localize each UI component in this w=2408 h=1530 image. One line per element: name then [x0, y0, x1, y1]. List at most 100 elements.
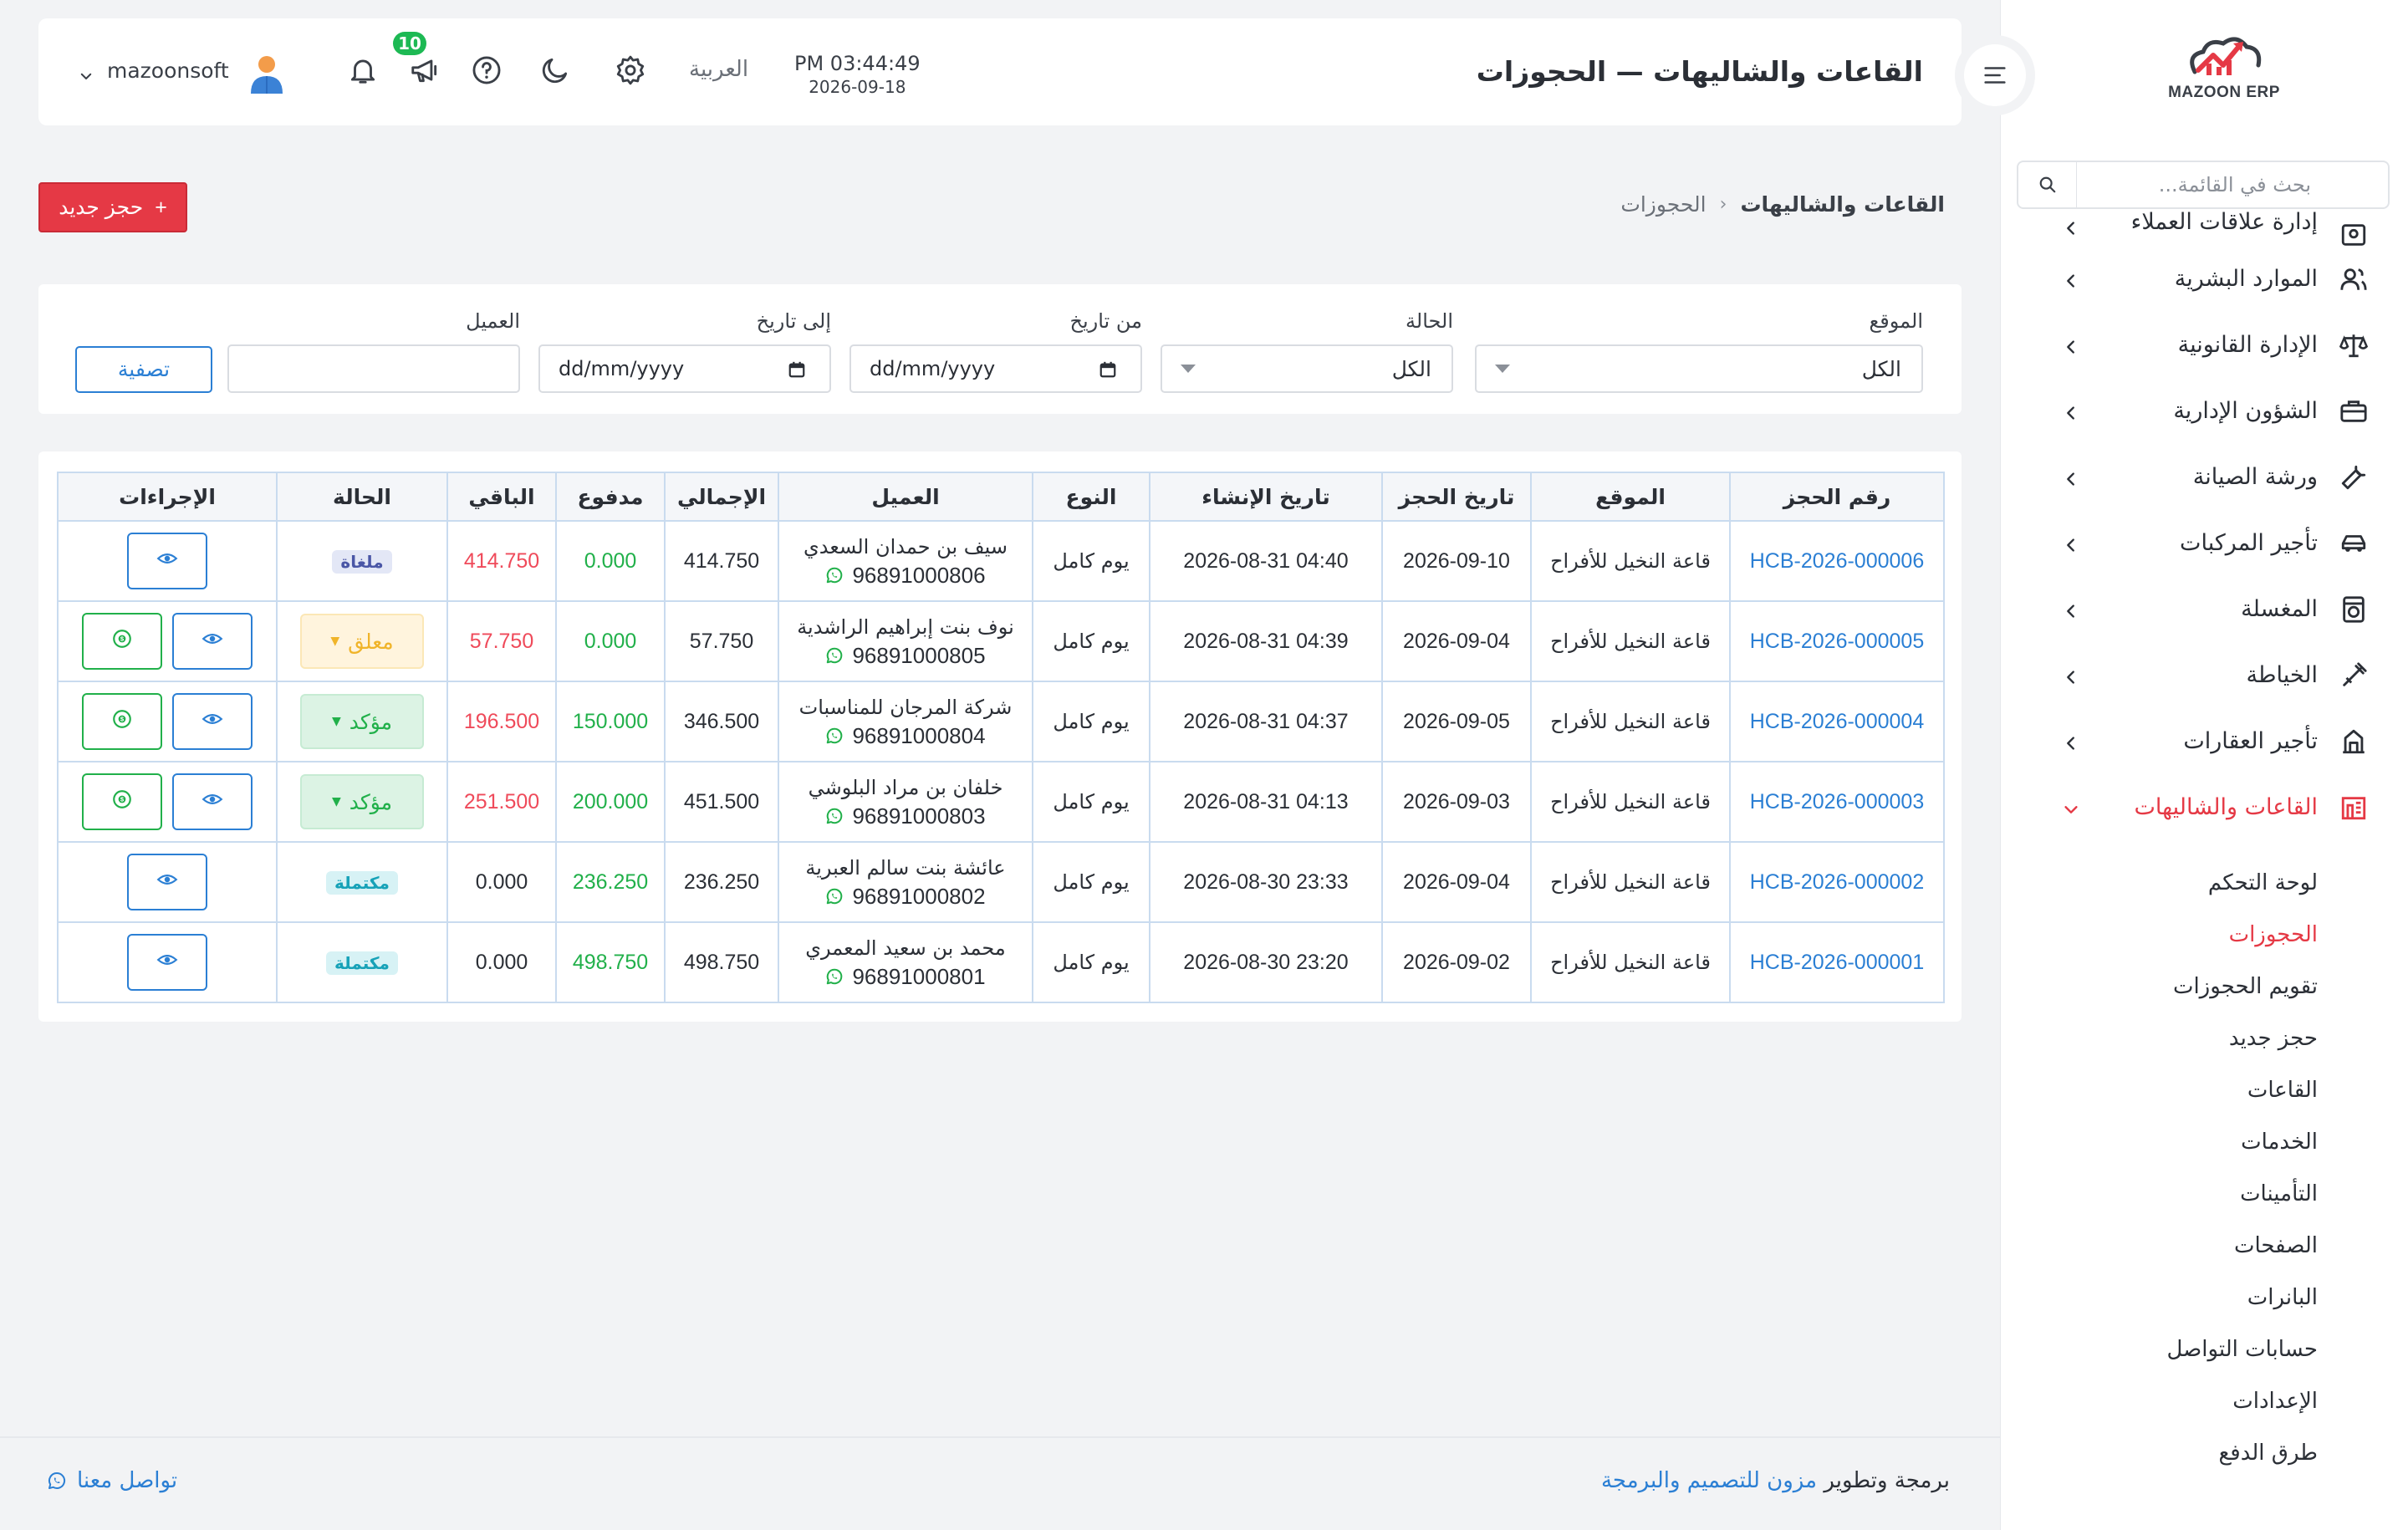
sidebar-item-workshop[interactable]: ورشة الصيانة: [2000, 444, 2408, 510]
col-created-at[interactable]: تاريخ الإنشاء: [1149, 472, 1383, 522]
menu-search-input[interactable]: [2079, 164, 2388, 206]
view-button[interactable]: [127, 533, 207, 589]
from-date-input[interactable]: dd/mm/yyyy: [849, 344, 1142, 393]
language-switch[interactable]: العربية: [689, 57, 748, 82]
col-paid[interactable]: مدفوع: [555, 472, 666, 522]
sidebar-item-laundry[interactable]: المغسلة: [2000, 576, 2408, 642]
created-at-cell: 2026-08-31 04:37: [1149, 681, 1383, 762]
bell-icon[interactable]: [344, 52, 381, 89]
customer-input[interactable]: [227, 344, 520, 393]
sidebar-subitem-deposits[interactable]: التأمينات: [2000, 1168, 2408, 1220]
sidebar-subitem-social[interactable]: حسابات التواصل: [2000, 1323, 2408, 1375]
status-cell: معلق ▼: [276, 600, 448, 682]
customer-phone[interactable]: 96891000803: [825, 802, 986, 830]
megaphone-icon[interactable]: [406, 52, 443, 89]
calendar-icon[interactable]: [1099, 360, 1117, 384]
sidebar-subitem-halls[interactable]: القاعات: [2000, 1064, 2408, 1116]
status-dropdown[interactable]: مؤكد ▼: [300, 694, 424, 749]
sidebar-subitem-new-booking[interactable]: حجز جديد: [2000, 1012, 2408, 1064]
eye-icon: [202, 708, 223, 735]
sidebar-subitem-dashboard[interactable]: لوحة التحكم: [2000, 857, 2408, 909]
sidebar-item-car-rental[interactable]: تأجير المركبات: [2000, 510, 2408, 576]
location-select[interactable]: الكل: [1475, 344, 1923, 393]
filter-button[interactable]: تصفية: [75, 346, 212, 393]
dark-mode-icon[interactable]: [537, 52, 574, 89]
actions-cell: $: [57, 600, 278, 682]
contact-us-link[interactable]: تواصل معنا: [47, 1468, 177, 1493]
customer-phone[interactable]: 96891000801: [825, 962, 986, 991]
sidebar-subitem-pages[interactable]: الصفحات: [2000, 1220, 2408, 1272]
avatar[interactable]: [246, 52, 288, 94]
payment-button[interactable]: $: [82, 613, 162, 670]
chevron-down-icon[interactable]: [79, 65, 94, 80]
sidebar-item-admin[interactable]: الشؤون الإدارية: [2000, 378, 2408, 444]
remaining-cell: 414.750: [446, 520, 557, 602]
whatsapp-icon: [825, 887, 844, 905]
sidebar-subitem-bookings[interactable]: الحجوزات: [2000, 909, 2408, 961]
booking-id-link[interactable]: HCB-2026-000004: [1729, 681, 1945, 762]
customer-phone[interactable]: 96891000804: [825, 722, 986, 750]
sidebar-subitem-settings[interactable]: الإعدادات: [2000, 1375, 2408, 1427]
laundry-icon: [2339, 595, 2368, 624]
booking-id-link[interactable]: HCB-2026-000003: [1729, 761, 1945, 843]
status-dropdown[interactable]: مؤكد ▼: [300, 774, 424, 829]
col-booking-id[interactable]: رقم الحجز: [1729, 472, 1945, 522]
col-status[interactable]: الحالة: [276, 472, 448, 522]
phone-number: 96891000804: [852, 723, 986, 748]
hall-icon: [2339, 793, 2368, 822]
breadcrumb-root[interactable]: القاعات والشاليهات: [1740, 192, 1945, 217]
new-booking-button[interactable]: + حجز جديد: [38, 182, 187, 232]
search-icon[interactable]: [2018, 162, 2077, 207]
view-button[interactable]: [172, 693, 253, 750]
view-button[interactable]: [127, 854, 207, 910]
sidebar-item-real-estate[interactable]: تأجير العقارات: [2000, 708, 2408, 774]
footer-company-link[interactable]: مزون للتصميم والبرمجة: [1601, 1468, 1817, 1493]
sidebar-item-legal[interactable]: الإدارة القانونية: [2000, 312, 2408, 378]
payment-button[interactable]: $: [82, 773, 162, 830]
booking-id-link[interactable]: HCB-2026-000006: [1729, 520, 1945, 602]
calendar-icon[interactable]: [788, 360, 806, 384]
customer-phone[interactable]: 96891000802: [825, 882, 986, 910]
col-booking-date[interactable]: تاريخ الحجز: [1381, 472, 1532, 522]
booking-id-link[interactable]: HCB-2026-000002: [1729, 841, 1945, 923]
sidebar-subitem-payment-methods[interactable]: طرق الدفع: [2000, 1427, 2408, 1479]
col-customer[interactable]: العميل: [778, 472, 1033, 522]
sidebar-subitem-calendar[interactable]: تقويم الحجوزات: [2000, 961, 2408, 1012]
table-row: HCB-2026-000003 قاعة النخيل للأفراح 2026-0…: [57, 761, 1945, 843]
payment-button[interactable]: $: [82, 693, 162, 750]
caret-down-icon: ▼: [330, 635, 340, 648]
clock-date: 2026-09-18: [809, 77, 906, 97]
status-dropdown[interactable]: معلق ▼: [300, 614, 424, 669]
status-badge: ملغاة: [332, 549, 392, 574]
sidebar-item-crm[interactable]: إدارة علاقات العملاء: [2000, 209, 2408, 246]
status-select[interactable]: الكل: [1161, 344, 1453, 393]
brand-logo[interactable]: MAZOON ERP: [2149, 30, 2299, 114]
settings-icon[interactable]: [612, 52, 649, 89]
booking-id-link[interactable]: HCB-2026-000005: [1729, 600, 1945, 682]
sidebar-subitem-services[interactable]: الخدمات: [2000, 1116, 2408, 1168]
payment-icon: $: [111, 708, 133, 735]
booking-id-link[interactable]: HCB-2026-000001: [1729, 921, 1945, 1003]
col-location[interactable]: الموقع: [1530, 472, 1731, 522]
col-type[interactable]: النوع: [1032, 472, 1150, 522]
col-remaining[interactable]: الباقي: [446, 472, 557, 522]
view-button[interactable]: [127, 934, 207, 991]
status-cell: ملغاة: [276, 520, 448, 602]
view-button[interactable]: [172, 773, 253, 830]
col-total[interactable]: الإجمالي: [664, 472, 779, 522]
username[interactable]: mazoonsoft: [107, 59, 229, 83]
customer-phone[interactable]: 96891000805: [825, 641, 986, 670]
sidebar-toggle[interactable]: [1955, 35, 2035, 115]
to-date-input[interactable]: dd/mm/yyyy: [538, 344, 831, 393]
created-at-cell: 2026-08-31 04:40: [1149, 520, 1383, 602]
from-date-label: من تاريخ: [1069, 309, 1142, 333]
sidebar-item-hr[interactable]: الموارد البشرية: [2000, 246, 2408, 312]
customer-phone[interactable]: 96891000806: [825, 561, 986, 589]
sidebar-item-halls[interactable]: القاعات والشاليهات: [2000, 774, 2408, 840]
help-icon[interactable]: [468, 52, 505, 89]
sidebar-subitem-banners[interactable]: البانرات: [2000, 1272, 2408, 1323]
sidebar: MAZOON ERP إدارة علاقات العملاء الموارد …: [2000, 0, 2408, 1530]
sidebar-item-tailoring[interactable]: الخياطة: [2000, 642, 2408, 708]
total-cell: 414.750: [664, 520, 779, 602]
view-button[interactable]: [172, 613, 253, 670]
